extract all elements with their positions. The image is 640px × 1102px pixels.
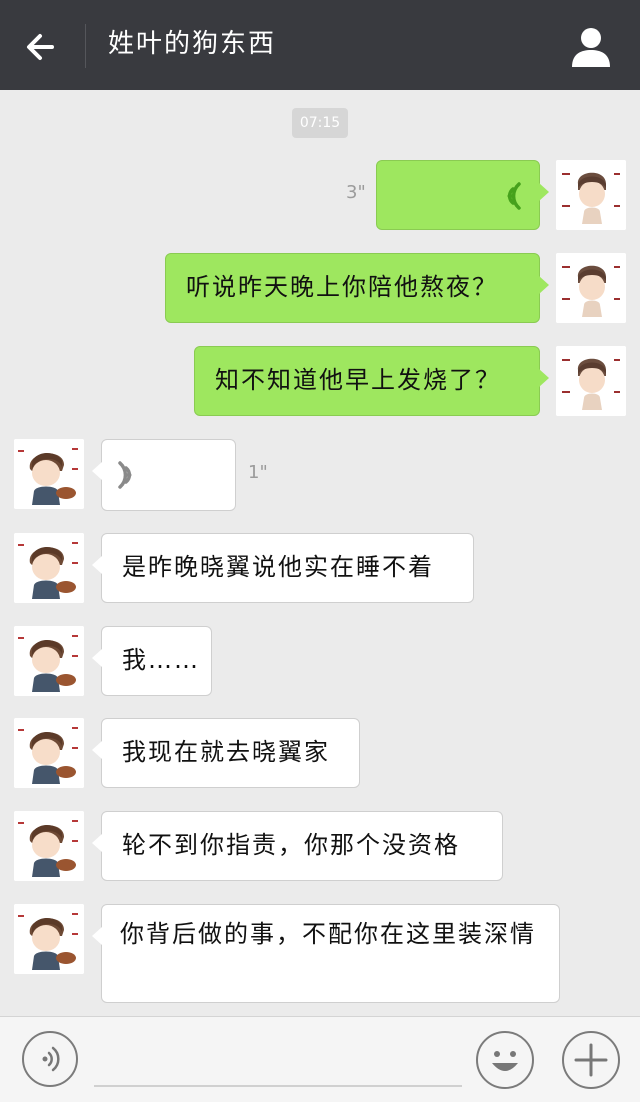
chat-header: 姓叶的狗东西	[0, 0, 640, 90]
received-message-bubble[interactable]: 轮不到你指责，你那个没资格	[92, 811, 503, 881]
avatar[interactable]	[556, 160, 626, 230]
voice-duration: 1"	[248, 462, 268, 483]
avatar[interactable]	[14, 904, 84, 974]
received-message-bubble[interactable]: 是昨晚晓翼说他实在睡不着	[92, 533, 474, 603]
voice-duration: 3"	[346, 182, 366, 203]
message-timestamp: 07:15	[292, 108, 348, 138]
avatar[interactable]	[14, 811, 84, 881]
chat-title: 姓叶的狗东西	[108, 29, 277, 59]
plus-icon[interactable]	[562, 1031, 620, 1089]
avatar[interactable]	[14, 533, 84, 603]
avatar[interactable]	[14, 439, 84, 509]
voice-wave-icon	[118, 461, 132, 489]
avatar[interactable]	[14, 718, 84, 788]
emoji-icon[interactable]	[476, 1031, 534, 1089]
voice-message-bubble[interactable]	[376, 160, 549, 230]
avatar[interactable]	[556, 253, 626, 323]
received-message-bubble[interactable]: 我现在就去晓翼家	[92, 718, 360, 788]
message-input[interactable]	[94, 1047, 462, 1087]
sent-message-bubble[interactable]: 知不知道他早上发烧了？	[194, 346, 549, 416]
header-divider	[85, 24, 86, 68]
message-input-bar	[0, 1016, 640, 1102]
voice-message-bubble[interactable]	[92, 439, 236, 511]
avatar[interactable]	[14, 626, 84, 696]
received-message-bubble[interactable]: 你背后做的事，不配你在这里装深情	[92, 904, 560, 1003]
avatar[interactable]	[556, 346, 626, 416]
sent-message-bubble[interactable]: 听说昨天晚上你陪他熬夜？	[165, 253, 549, 323]
voice-input-icon[interactable]	[22, 1031, 78, 1087]
back-arrow-icon[interactable]	[22, 27, 62, 67]
voice-wave-icon	[507, 182, 521, 210]
user-profile-icon[interactable]	[568, 25, 614, 69]
received-message-bubble[interactable]: 我……	[92, 626, 212, 696]
